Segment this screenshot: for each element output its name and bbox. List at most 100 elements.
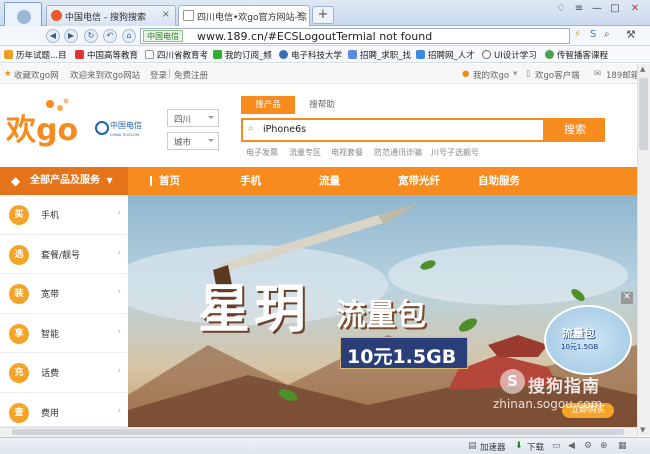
search-icon: ⌕ <box>248 123 254 134</box>
category-label: 话费 <box>41 369 60 380</box>
scroll-up-icon[interactable]: ▲ <box>640 65 645 73</box>
address-bar[interactable]: 中国电信 www.189.cn/#ECSLogoutTermial not fo… <box>140 28 570 44</box>
status-bar: ▤ 加速器 ⬇ 下载 ▭ ◀ ⚙ ⊕ ▦ <box>0 437 650 454</box>
bookmark-item[interactable]: 历年试题...目 <box>4 49 67 61</box>
bookmark-item[interactable]: 招聘_求职_找 <box>348 49 411 61</box>
menu-item-home[interactable]: 首页 <box>159 167 180 195</box>
bookmark-item[interactable]: 中国高等教育 <box>75 49 138 61</box>
bookmark-item[interactable]: 四川省教育考 <box>145 49 208 61</box>
close-window-button[interactable]: ✕ <box>627 3 643 17</box>
watermark-domain: zhinan.sogou.com <box>493 397 603 411</box>
new-tab-button[interactable]: + <box>312 6 334 24</box>
category-smart[interactable]: 享 智能 › <box>0 313 127 354</box>
hot-keyword-link[interactable]: 电子发票 <box>246 147 278 158</box>
divider <box>150 176 152 186</box>
chevron-right-icon: › <box>117 208 121 218</box>
city-select[interactable]: 城市 <box>167 132 219 150</box>
hot-keyword-link[interactable]: 川号子选靓号 <box>431 147 479 158</box>
search-engine-icon[interactable]: S <box>590 29 596 40</box>
screenshot-icon[interactable]: ▭ <box>552 441 561 451</box>
category-label: 费用 <box>41 409 60 419</box>
bookmark-icon <box>213 50 222 59</box>
category-label: 智能 <box>41 329 60 340</box>
bookmark-icon <box>348 50 357 59</box>
favorite-link[interactable]: 收藏欢go网 <box>14 69 59 81</box>
category-broadband[interactable]: 装 宽带 › <box>0 274 127 314</box>
refresh-icon[interactable]: ↻ <box>84 29 98 43</box>
province-select[interactable]: 四川 <box>167 109 219 127</box>
home-icon[interactable]: ⌂ <box>122 29 136 43</box>
download-button[interactable]: 下载 <box>527 441 544 453</box>
settings-icon[interactable]: ⚙ <box>584 441 592 451</box>
horizontal-scroll-thumb[interactable] <box>12 429 624 435</box>
mail-link[interactable]: 189邮箱 <box>606 69 639 81</box>
accelerator-button[interactable]: 加速器 <box>480 441 506 453</box>
hot-keyword-link[interactable]: 流量专区 <box>289 147 321 158</box>
bookmarks-bar: 历年试题...目 中国高等教育 四川省教育考 我的订阅_频 电子科技大学 招聘_… <box>0 46 650 63</box>
welcome-text: 欢迎来到欢go网站 <box>70 71 141 81</box>
grid-icon[interactable]: ▦ <box>618 441 627 451</box>
category-fees[interactable]: 查 费用 › <box>0 393 127 427</box>
bookmark-icon <box>545 50 554 59</box>
my-huango-link[interactable]: 我的欢go <box>473 69 509 81</box>
bookmark-item[interactable]: 招聘网_人才 <box>416 49 475 61</box>
menu-item-data[interactable]: 流量 <box>319 167 340 195</box>
vertical-scroll-thumb[interactable] <box>639 78 648 150</box>
hot-keyword-link[interactable]: 电视套餐 <box>331 147 363 158</box>
close-tab-icon[interactable]: × <box>162 9 170 20</box>
register-link[interactable]: 免费注册 <box>174 69 208 81</box>
minimize-button[interactable]: — <box>589 3 605 17</box>
close-tab-icon[interactable]: × <box>296 9 304 20</box>
enjoy-icon: 享 <box>9 323 29 344</box>
banner-price: 10元1.5GB <box>347 346 457 368</box>
search-icon[interactable]: ⌕ <box>604 29 610 40</box>
menu-item-self-service[interactable]: 自助服务 <box>478 167 520 195</box>
scroll-down-icon[interactable]: ▼ <box>640 426 645 434</box>
chevron-right-icon: › <box>117 287 121 298</box>
category-recharge[interactable]: 充 话费 › <box>0 353 127 393</box>
bookmark-item[interactable]: 我的订阅_频 <box>213 49 272 61</box>
search-button[interactable]: 搜索 <box>545 118 605 142</box>
select-icon: 选 <box>9 244 29 265</box>
bookmark-item[interactable]: UI设计学习 <box>482 49 537 61</box>
hot-keyword-link[interactable]: 防范通讯诈骗 <box>374 147 422 158</box>
skin-icon[interactable]: ♢ <box>553 3 569 17</box>
tab-sogou-search[interactable]: 中国电信 - 搜狗搜索 × <box>46 5 176 26</box>
recharge-icon: 充 <box>9 363 29 384</box>
tools-icon[interactable]: ⚒ <box>626 28 636 41</box>
navigation-bar: ◀ ▶ ↻ ↶ ⌂ 中国电信 www.189.cn/#ECSLogoutTerm… <box>0 26 650 46</box>
huango-logo[interactable]: 欢go 中国电信 CHINA TELECOM <box>5 98 156 161</box>
search-input[interactable]: ⌕ iPhone6s <box>241 118 545 142</box>
chevron-right-icon: › <box>117 366 121 377</box>
undo-icon[interactable]: ↶ <box>103 29 117 43</box>
tab-189-site[interactable]: 四川电信•欢go官方网站-综 × <box>178 5 310 26</box>
forward-icon[interactable]: ▶ <box>64 29 78 43</box>
menu-item-broadband[interactable]: 宽带光纤 <box>398 167 440 195</box>
price-plate: 10元1.5GB <box>340 337 468 369</box>
chevron-right-icon: › <box>117 326 121 337</box>
close-ad-icon[interactable]: ✕ <box>621 292 633 304</box>
lightning-icon[interactable]: ⚡ <box>574 29 581 40</box>
url-text[interactable]: www.189.cn/#ECSLogoutTermial not found <box>197 30 432 43</box>
all-products-menu[interactable]: ◆ 全部产品及服务 ▼ <box>0 167 128 195</box>
tab-search-products[interactable]: 搜产品 <box>241 96 295 114</box>
grid-icon: ◆ <box>11 174 21 188</box>
site-identity-badge[interactable]: 中国电信 <box>143 30 183 42</box>
category-phone[interactable]: 买 手机 › <box>0 195 127 235</box>
bookmark-item[interactable]: 电子科技大学 <box>279 49 342 61</box>
tab-search-help[interactable]: 搜帮助 <box>300 96 344 114</box>
login-link[interactable]: 登录 <box>150 69 167 81</box>
back-icon[interactable]: ◀ <box>46 29 60 43</box>
menu-item-phone[interactable]: 手机 <box>240 167 261 195</box>
volume-icon[interactable]: ◀ <box>568 441 575 451</box>
accelerator-icon: ▤ <box>468 441 477 451</box>
client-link[interactable]: 欢go客户端 <box>535 69 580 81</box>
bookmark-icon <box>482 50 491 59</box>
query-icon: 查 <box>9 403 29 423</box>
maximize-button[interactable]: □ <box>607 3 623 17</box>
zoom-icon[interactable]: ⊕ <box>600 441 608 451</box>
menu-icon[interactable]: ≡ <box>571 3 587 17</box>
category-plans[interactable]: 选 套餐/靓号 › <box>0 234 127 275</box>
bookmark-item[interactable]: 传智播客课程 <box>545 49 608 61</box>
search-input-value: iPhone6s <box>263 124 307 135</box>
